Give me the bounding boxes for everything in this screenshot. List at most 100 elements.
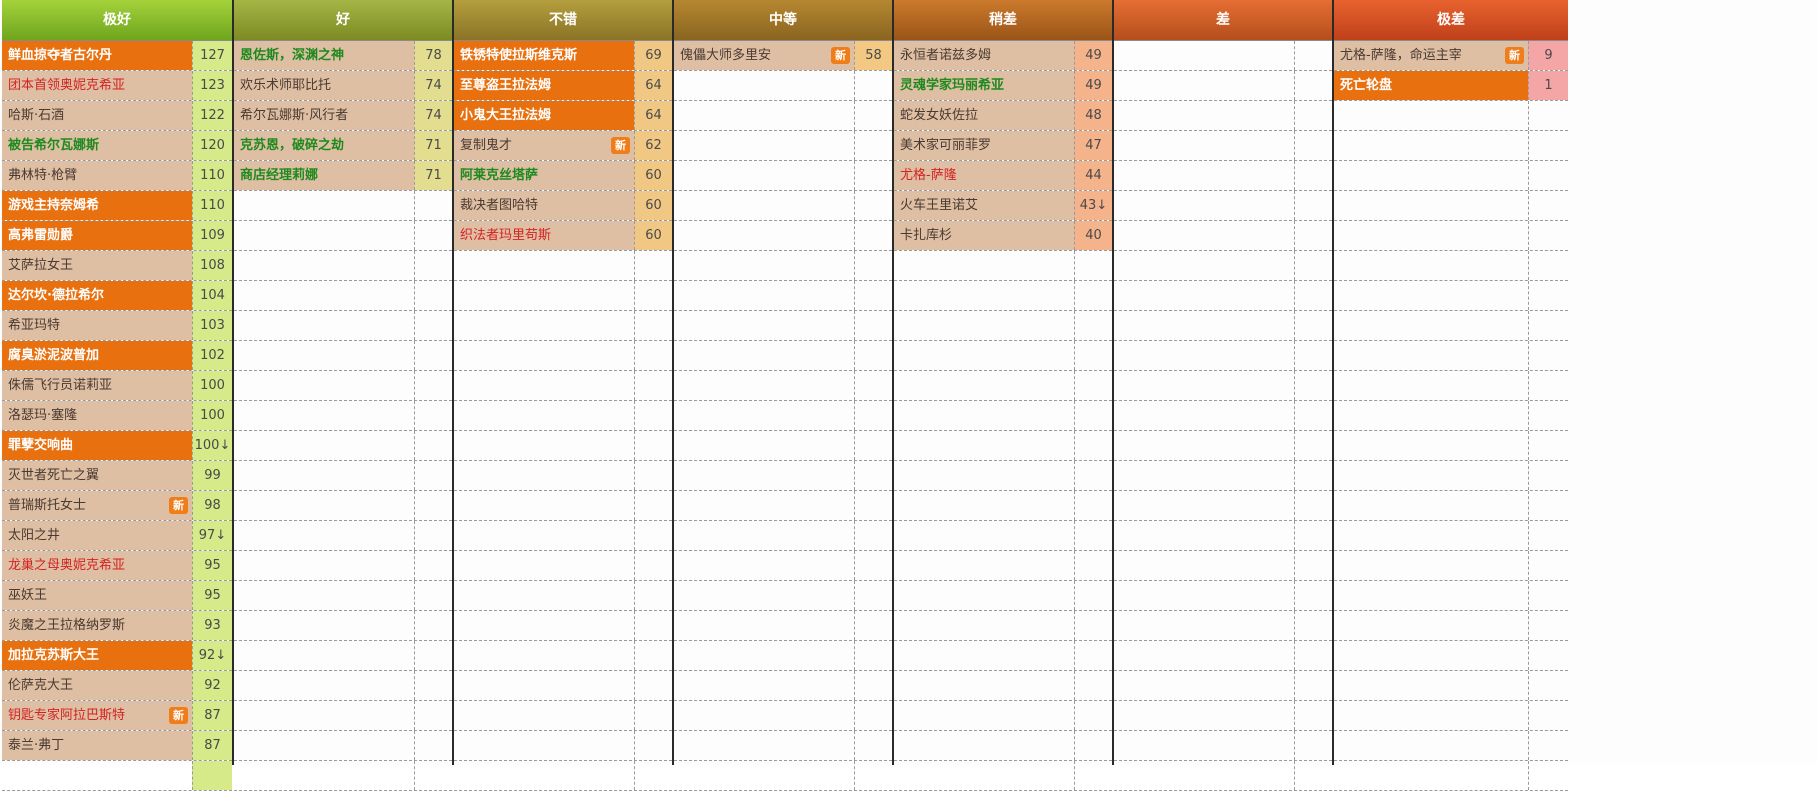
card-name-cell[interactable]: 龙巢之母奥妮克希亚 xyxy=(2,551,192,580)
card-row[interactable]: 商店经理莉娜 71 xyxy=(234,161,452,191)
tier-header-excellent[interactable]: 极好 xyxy=(2,0,232,41)
card-name-cell[interactable]: 达尔坎·德拉希尔 xyxy=(2,281,192,310)
card-row[interactable]: 复制鬼才 新 62 xyxy=(454,131,672,161)
card-row[interactable]: 尤格-萨隆 44 xyxy=(894,161,1112,191)
card-name-cell[interactable]: 欢乐术师耶比托 xyxy=(234,71,414,100)
card-name-cell[interactable]: 团本首领奥妮克希亚 xyxy=(2,71,192,100)
card-name-cell[interactable]: 伦萨克大王 xyxy=(2,671,192,700)
card-name-cell[interactable]: 蛇发女妖佐拉 xyxy=(894,101,1074,130)
card-name-cell[interactable]: 太阳之井 xyxy=(2,521,192,550)
card-name-cell[interactable]: 尤格-萨隆 xyxy=(894,161,1074,190)
card-name-cell[interactable]: 炎魔之王拉格纳罗斯 xyxy=(2,611,192,640)
card-name-cell[interactable]: 商店经理莉娜 xyxy=(234,161,414,190)
card-name-cell[interactable]: 钥匙专家阿拉巴斯特 新 xyxy=(2,701,192,730)
card-row[interactable]: 炎魔之王拉格纳罗斯 93 xyxy=(2,611,232,641)
card-name-cell[interactable]: 鲜血掠夺者古尔丹 xyxy=(2,41,192,70)
card-name-cell[interactable]: 艾萨拉女王 xyxy=(2,251,192,280)
card-row[interactable]: 罪孽交响曲 100↓ xyxy=(2,431,232,461)
card-row[interactable]: 卡扎库杉 40 xyxy=(894,221,1112,251)
card-name-cell[interactable]: 铁锈特使拉斯维克斯 xyxy=(454,41,634,70)
card-row[interactable]: 铁锈特使拉斯维克斯 69 xyxy=(454,41,672,71)
card-row[interactable]: 游戏主持奈姆希 110 xyxy=(2,191,232,221)
card-name-cell[interactable]: 加拉克苏斯大王 xyxy=(2,641,192,670)
card-name-cell[interactable]: 美术家可丽菲罗 xyxy=(894,131,1074,160)
tier-header-terrible[interactable]: 极差 xyxy=(1334,0,1568,41)
card-name-cell[interactable]: 至尊盗王拉法姆 xyxy=(454,71,634,100)
card-row[interactable]: 哈斯·石酒 122 xyxy=(2,101,232,131)
card-name-cell[interactable]: 普瑞斯托女士 新 xyxy=(2,491,192,520)
card-name-cell[interactable]: 卡扎库杉 xyxy=(894,221,1074,250)
card-row[interactable]: 洛瑟玛·塞隆 100 xyxy=(2,401,232,431)
card-row[interactable]: 普瑞斯托女士 新 98 xyxy=(2,491,232,521)
card-name-cell[interactable]: 阿莱克丝塔萨 xyxy=(454,161,634,190)
card-name-cell[interactable]: 哈斯·石酒 xyxy=(2,101,192,130)
card-row[interactable]: 艾萨拉女王 108 xyxy=(2,251,232,281)
card-row[interactable]: 泰兰·弗丁 87 xyxy=(2,731,232,761)
card-row[interactable]: 小鬼大王拉法姆 64 xyxy=(454,101,672,131)
card-name-cell[interactable]: 克苏恩，破碎之劫 xyxy=(234,131,414,160)
tier-header-decent[interactable]: 不错 xyxy=(454,0,672,41)
card-row[interactable]: 灭世者死亡之翼 99 xyxy=(2,461,232,491)
card-row[interactable]: 蛇发女妖佐拉 48 xyxy=(894,101,1112,131)
card-row[interactable]: 希尔瓦娜斯·风行者 74 xyxy=(234,101,452,131)
tier-header-average[interactable]: 中等 xyxy=(674,0,892,41)
card-name-cell[interactable]: 腐臭淤泥波普加 xyxy=(2,341,192,370)
card-row[interactable]: 织法者玛里苟斯 60 xyxy=(454,221,672,251)
card-name-cell[interactable]: 灵魂学家玛丽希亚 xyxy=(894,71,1074,100)
card-name-cell[interactable]: 火车王里诺艾 xyxy=(894,191,1074,220)
card-row[interactable]: 龙巢之母奥妮克希亚 95 xyxy=(2,551,232,581)
card-row[interactable]: 高弗雷勋爵 109 xyxy=(2,221,232,251)
card-row[interactable]: 永恒者诺兹多姆 49 xyxy=(894,41,1112,71)
card-row[interactable]: 阿莱克丝塔萨 60 xyxy=(454,161,672,191)
card-row[interactable]: 恩佐斯，深渊之神 78 xyxy=(234,41,452,71)
card-row[interactable]: 尤格-萨隆，命运主宰 新 9 xyxy=(1334,41,1568,71)
tier-header-poor[interactable]: 差 xyxy=(1114,0,1332,41)
card-row[interactable]: 火车王里诺艾 43↓ xyxy=(894,191,1112,221)
card-name-cell[interactable]: 裁决者图哈特 xyxy=(454,191,634,220)
card-name-cell[interactable]: 希亚玛特 xyxy=(2,311,192,340)
card-row[interactable]: 达尔坎·德拉希尔 104 xyxy=(2,281,232,311)
card-row[interactable]: 至尊盗王拉法姆 64 xyxy=(454,71,672,101)
card-row[interactable]: 美术家可丽菲罗 47 xyxy=(894,131,1112,161)
card-name-cell[interactable]: 侏儒飞行员诺莉亚 xyxy=(2,371,192,400)
card-row[interactable]: 裁决者图哈特 60 xyxy=(454,191,672,221)
card-row[interactable]: 被告希尔瓦娜斯 120 xyxy=(2,131,232,161)
card-name-cell[interactable]: 小鬼大王拉法姆 xyxy=(454,101,634,130)
card-row[interactable]: 钥匙专家阿拉巴斯特 新 87 xyxy=(2,701,232,731)
card-row[interactable]: 团本首领奥妮克希亚 123 xyxy=(2,71,232,101)
card-name-cell[interactable]: 被告希尔瓦娜斯 xyxy=(2,131,192,160)
card-name-cell[interactable]: 罪孽交响曲 xyxy=(2,431,192,460)
card-score: 92↓ xyxy=(192,641,232,670)
tier-header-good[interactable]: 好 xyxy=(234,0,452,41)
card-name-cell[interactable]: 灭世者死亡之翼 xyxy=(2,461,192,490)
card-name-cell[interactable]: 高弗雷勋爵 xyxy=(2,221,192,250)
card-name-cell[interactable]: 巫妖王 xyxy=(2,581,192,610)
card-row[interactable]: 侏儒飞行员诺莉亚 100 xyxy=(2,371,232,401)
card-name-cell[interactable]: 游戏主持奈姆希 xyxy=(2,191,192,220)
card-name-cell[interactable]: 傀儡大师多里安 新 xyxy=(674,41,854,70)
card-name-cell[interactable]: 洛瑟玛·塞隆 xyxy=(2,401,192,430)
tier-header-below-average[interactable]: 稍差 xyxy=(894,0,1112,41)
card-name-cell[interactable]: 复制鬼才 新 xyxy=(454,131,634,160)
card-name-cell[interactable]: 死亡轮盘 xyxy=(1334,71,1528,100)
card-name-cell[interactable]: 泰兰·弗丁 xyxy=(2,731,192,760)
card-name-cell[interactable]: 弗林特·枪臂 xyxy=(2,161,192,190)
card-name-cell[interactable]: 织法者玛里苟斯 xyxy=(454,221,634,250)
card-row[interactable]: 腐臭淤泥波普加 102 xyxy=(2,341,232,371)
card-row[interactable]: 鲜血掠夺者古尔丹 127 xyxy=(2,41,232,71)
card-row[interactable]: 巫妖王 95 xyxy=(2,581,232,611)
card-row[interactable]: 弗林特·枪臂 110 xyxy=(2,161,232,191)
card-row[interactable]: 太阳之井 97↓ xyxy=(2,521,232,551)
card-row[interactable]: 傀儡大师多里安 新 58 xyxy=(674,41,892,71)
card-row[interactable]: 灵魂学家玛丽希亚 49 xyxy=(894,71,1112,101)
card-name-cell[interactable]: 尤格-萨隆，命运主宰 新 xyxy=(1334,41,1528,70)
card-name-cell[interactable]: 恩佐斯，深渊之神 xyxy=(234,41,414,70)
card-row[interactable]: 死亡轮盘 1 xyxy=(1334,71,1568,101)
card-row[interactable]: 加拉克苏斯大王 92↓ xyxy=(2,641,232,671)
card-row[interactable]: 伦萨克大王 92 xyxy=(2,671,232,701)
card-row[interactable]: 克苏恩，破碎之劫 71 xyxy=(234,131,452,161)
card-row[interactable]: 欢乐术师耶比托 74 xyxy=(234,71,452,101)
card-row[interactable]: 希亚玛特 103 xyxy=(2,311,232,341)
card-name-cell[interactable]: 希尔瓦娜斯·风行者 xyxy=(234,101,414,130)
card-name-cell[interactable]: 永恒者诺兹多姆 xyxy=(894,41,1074,70)
